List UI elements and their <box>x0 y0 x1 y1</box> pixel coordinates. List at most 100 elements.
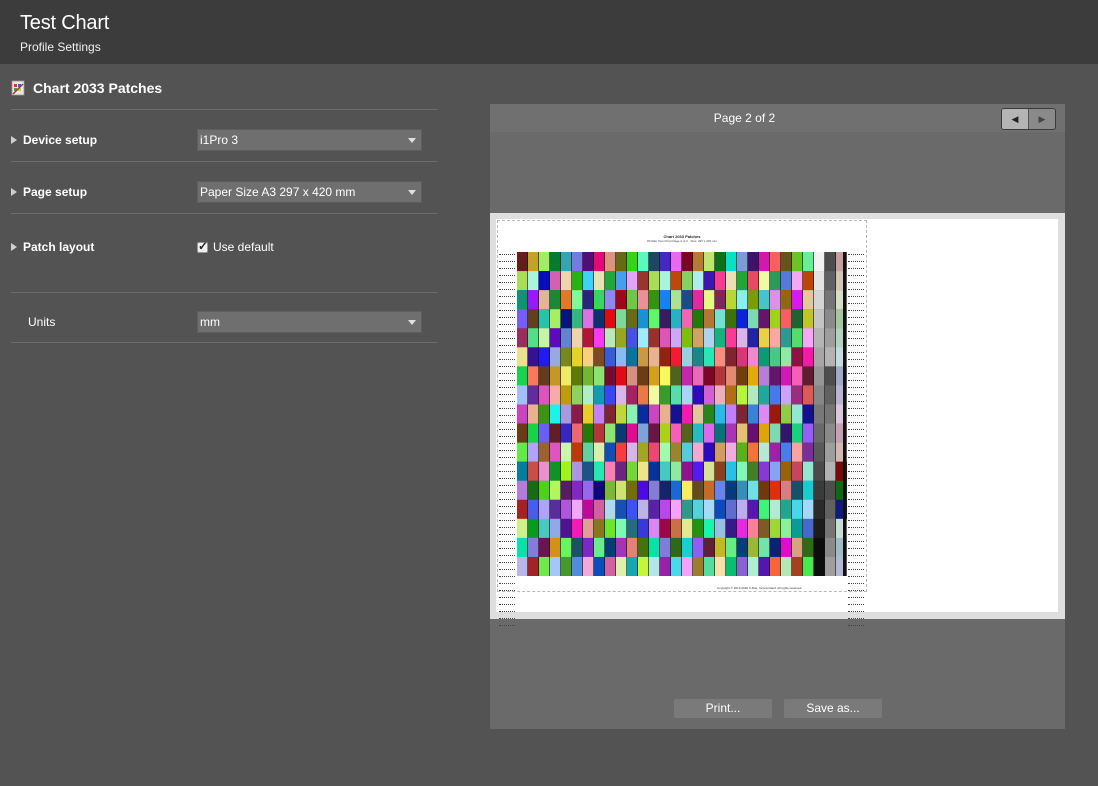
color-patch <box>528 404 539 424</box>
patch-layout-disclosure[interactable]: Patch layout <box>11 240 94 254</box>
color-patch <box>770 480 781 500</box>
print-button[interactable]: Print... <box>673 698 773 719</box>
color-patch <box>550 480 561 500</box>
color-patch <box>572 290 583 310</box>
dropdown-arrow-icon <box>408 138 416 143</box>
color-patch <box>583 271 594 291</box>
color-patch <box>759 328 770 348</box>
color-patch <box>803 404 814 424</box>
scan-guide-dot <box>848 534 864 537</box>
reference-bar <box>843 252 846 576</box>
disclosure-triangle-icon[interactable] <box>11 243 17 251</box>
color-patch <box>616 537 627 558</box>
scan-guide-dot <box>848 275 864 278</box>
color-patch <box>737 290 748 310</box>
color-patch <box>671 347 682 367</box>
color-patch <box>627 366 638 386</box>
color-patch <box>583 442 594 462</box>
disclosure-triangle-icon[interactable] <box>11 188 17 196</box>
color-patch <box>682 537 693 558</box>
color-patch <box>803 499 814 520</box>
preview-page-footer: Copyright © 2013-2020 X-Rite, Incorporat… <box>717 586 803 590</box>
scan-guide-dot <box>499 541 515 544</box>
color-patch <box>594 423 605 443</box>
color-patch <box>594 347 605 367</box>
save-as-button[interactable]: Save as... <box>783 698 883 719</box>
color-patch <box>616 423 627 443</box>
color-patch <box>825 518 836 539</box>
color-patch <box>770 252 781 272</box>
color-patch <box>693 423 704 443</box>
scan-guide-dot <box>499 520 515 523</box>
color-patch <box>715 461 726 481</box>
color-patch <box>814 499 825 520</box>
color-patch <box>528 290 539 310</box>
disclosure-triangle-icon[interactable] <box>11 136 17 144</box>
color-patch <box>704 366 715 386</box>
scan-guide-dot <box>848 464 864 467</box>
color-patch <box>693 366 704 386</box>
page-setup-select[interactable]: Paper Size A3 297 x 420 mm <box>197 181 422 203</box>
color-patch <box>726 290 737 310</box>
scan-guide-dot <box>848 513 864 516</box>
scan-guide-dot <box>499 317 515 320</box>
color-patch <box>781 556 792 576</box>
color-patch <box>572 423 583 443</box>
color-patch <box>550 290 561 310</box>
color-patch <box>770 290 781 310</box>
color-patch <box>781 366 792 386</box>
color-patch <box>649 385 660 405</box>
color-patch <box>726 385 737 405</box>
color-patch <box>748 309 759 329</box>
color-patch <box>671 404 682 424</box>
color-patch <box>583 309 594 329</box>
dropdown-arrow-icon <box>408 320 416 325</box>
scan-guide-dot <box>848 499 864 502</box>
color-patch <box>517 290 528 310</box>
color-patch <box>704 328 715 348</box>
device-setup-disclosure[interactable]: Device setup <box>11 133 97 147</box>
color-patch <box>561 537 572 558</box>
scan-guide-dot <box>848 436 864 439</box>
use-default-option[interactable]: ✓ Use default <box>197 239 274 254</box>
scan-guide-dot <box>499 289 515 292</box>
scan-guide-dot <box>848 408 864 411</box>
color-patch <box>627 499 638 520</box>
scan-guide-dot <box>499 338 515 341</box>
scan-guide-dot <box>848 569 864 572</box>
color-patch <box>737 556 748 576</box>
color-patch <box>748 404 759 424</box>
color-patch <box>693 442 704 462</box>
color-patch <box>748 252 759 272</box>
color-patch <box>660 271 671 291</box>
use-default-checkbox[interactable]: ✓ <box>197 239 208 253</box>
color-patch <box>605 556 616 576</box>
color-patch <box>803 328 814 348</box>
page-setup-disclosure[interactable]: Page setup <box>11 185 87 199</box>
color-patch <box>627 271 638 291</box>
next-page-button[interactable]: ▶ <box>1028 109 1055 129</box>
scan-guide-dot <box>499 576 515 579</box>
color-patch <box>649 404 660 424</box>
color-patch <box>682 309 693 329</box>
color-patch <box>737 271 748 291</box>
scan-guide-dot <box>499 625 515 628</box>
page-preview-area: Chart 2033 Patches iProfiler Test Chart … <box>490 213 1065 626</box>
scan-guide-dot <box>848 548 864 551</box>
color-patch <box>748 423 759 443</box>
color-patch <box>649 518 660 539</box>
color-patch <box>649 252 660 272</box>
previous-page-button[interactable]: ◀ <box>1002 109 1028 129</box>
color-patch <box>814 537 825 558</box>
color-patch <box>704 442 715 462</box>
device-setup-select[interactable]: i1Pro 3 <box>197 129 422 151</box>
color-patch <box>693 290 704 310</box>
color-patch <box>649 423 660 443</box>
color-patch <box>704 556 715 576</box>
color-patch <box>737 404 748 424</box>
color-patch <box>528 442 539 462</box>
color-patch <box>759 290 770 310</box>
color-patch <box>660 385 671 405</box>
units-select[interactable]: mm <box>197 311 422 333</box>
color-patch <box>550 518 561 539</box>
